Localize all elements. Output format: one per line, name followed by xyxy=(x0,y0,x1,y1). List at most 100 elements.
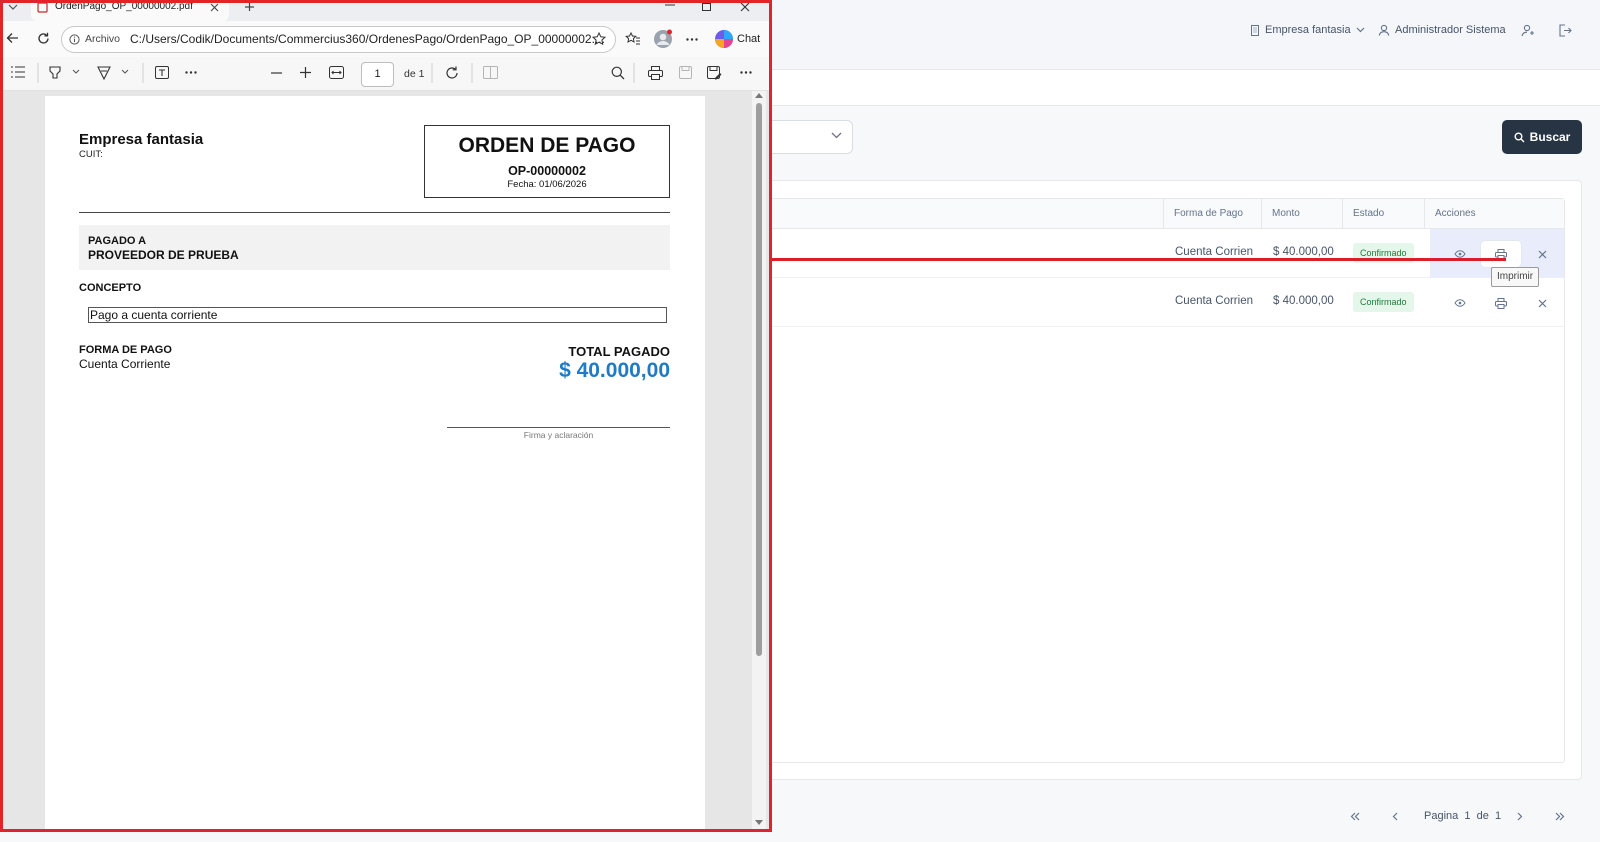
search-button[interactable]: Buscar xyxy=(1502,120,1582,154)
user-name: Administrador Sistema xyxy=(1395,24,1506,36)
save-as-icon[interactable] xyxy=(707,66,722,80)
doc-paid-to-value: PROVEEDOR DE PRUEBA xyxy=(88,248,239,262)
tab-pdf[interactable]: OrdenPago_OP_00000002.pdf xyxy=(31,3,229,21)
doc-date: Fecha: 01/06/2026 xyxy=(507,179,587,190)
highlight-icon[interactable] xyxy=(48,66,62,80)
table-row[interactable]: Cuenta Corrien $ 40.000,00 Confirmado xyxy=(701,278,1564,327)
profile-avatar[interactable] xyxy=(653,29,673,49)
save-icon[interactable] xyxy=(679,66,692,79)
browser-address-bar: Archivo C:/Users/Codik/Documents/Commerc… xyxy=(3,21,769,57)
page-count-label: de 1 xyxy=(404,68,425,80)
doc-number: OP-00000002 xyxy=(508,164,586,178)
more-tools-icon[interactable] xyxy=(185,71,197,74)
scroll-down-icon[interactable] xyxy=(755,820,763,825)
doc-paid-to-label: PAGADO A xyxy=(88,235,147,247)
next-page-icon[interactable] xyxy=(1517,812,1523,821)
pagination-total: 1 xyxy=(1495,810,1502,822)
fit-page-icon[interactable] xyxy=(329,66,344,79)
doc-title: ORDEN DE PAGO xyxy=(458,134,636,157)
user-menu[interactable]: Administrador Sistema xyxy=(1378,24,1506,36)
chat-label[interactable]: Chat xyxy=(737,33,760,45)
scroll-up-icon[interactable] xyxy=(755,93,763,98)
doc-total-label: TOTAL PAGADO xyxy=(568,344,670,359)
scrollbar-thumb[interactable] xyxy=(756,103,762,656)
toolbar-divider xyxy=(633,63,635,83)
tab-actions-chevron-icon[interactable] xyxy=(8,4,18,11)
zoom-in-icon[interactable] xyxy=(300,67,311,78)
info-icon[interactable] xyxy=(69,34,80,45)
tab-title: OrdenPago_OP_00000002.pdf xyxy=(55,1,193,12)
chevron-down-icon[interactable] xyxy=(121,69,129,74)
more-options-icon[interactable] xyxy=(740,71,752,74)
pdf-file-icon xyxy=(37,3,48,13)
column-header-estado[interactable]: Estado xyxy=(1342,199,1424,229)
url-text: C:/Users/Codik/Documents/Commercius360/O… xyxy=(130,32,605,46)
doc-paid-to-box: PAGADO A PROVEEDOR DE PRUEBA xyxy=(79,225,670,270)
results-table: Forma de Pago Monto Estado Acciones Cuen… xyxy=(700,198,1565,763)
toolbar-divider xyxy=(471,63,473,83)
favorite-star-icon[interactable] xyxy=(592,32,606,46)
view-button[interactable] xyxy=(1440,290,1480,316)
eye-icon xyxy=(1454,299,1466,307)
cancel-button[interactable] xyxy=(1522,241,1562,267)
table-row[interactable]: Cuenta Corrien $ 40.000,00 Confirmado xyxy=(701,229,1564,278)
text-box-icon[interactable] xyxy=(155,66,169,79)
more-options-icon[interactable] xyxy=(686,38,698,41)
cell-monto: $ 40.000,00 xyxy=(1273,295,1334,307)
chevron-down-icon[interactable] xyxy=(72,69,80,74)
doc-divider xyxy=(79,212,670,213)
pdf-document-area[interactable]: Empresa fantasia CUIT: ORDEN DE PAGO OP-… xyxy=(3,91,769,829)
first-page-icon[interactable] xyxy=(1350,812,1360,821)
status-badge: Confirmado xyxy=(1353,292,1414,312)
contents-list-icon[interactable] xyxy=(11,66,25,78)
minimize-icon[interactable] xyxy=(665,4,675,8)
doc-concept-value: Pago a cuenta corriente xyxy=(88,307,667,323)
doc-concept-label: CONCEPTO xyxy=(79,282,142,294)
zoom-out-icon[interactable] xyxy=(271,72,282,74)
close-tab-icon[interactable] xyxy=(210,3,219,12)
last-page-icon[interactable] xyxy=(1555,812,1565,821)
doc-payment-method-label: FORMA DE PAGO xyxy=(79,344,172,356)
column-header-acciones: Acciones xyxy=(1424,199,1564,229)
new-tab-icon[interactable] xyxy=(244,3,255,12)
switch-user-icon[interactable] xyxy=(1521,24,1535,37)
rotate-icon[interactable] xyxy=(445,66,459,80)
toolbar-divider xyxy=(431,63,433,83)
print-button[interactable] xyxy=(1481,290,1521,316)
cancel-button[interactable] xyxy=(1522,290,1562,316)
printer-icon xyxy=(1495,297,1507,309)
address-scheme-label: Archivo xyxy=(85,33,121,45)
draw-icon[interactable] xyxy=(97,66,111,80)
view-button[interactable] xyxy=(1440,241,1480,267)
column-header-monto[interactable]: Monto xyxy=(1261,199,1342,229)
copilot-icon[interactable] xyxy=(714,29,734,49)
user-icon xyxy=(1378,24,1390,36)
page-number-input[interactable]: 1 xyxy=(361,62,394,87)
building-icon xyxy=(1250,24,1260,36)
print-button[interactable] xyxy=(1481,241,1521,267)
close-window-icon[interactable] xyxy=(740,3,750,12)
pagination-of: de xyxy=(1476,810,1489,822)
pdf-scrollbar[interactable] xyxy=(752,91,766,829)
company-selector[interactable]: Empresa fantasia xyxy=(1250,24,1365,36)
column-header-forma-pago[interactable]: Forma de Pago xyxy=(1163,199,1261,229)
search-icon xyxy=(1514,132,1525,143)
logout-icon[interactable] xyxy=(1558,24,1572,37)
page-view-icon[interactable] xyxy=(483,66,498,79)
pdf-viewer-window: OrdenPago_OP_00000002.pdf Archivo C:/Use… xyxy=(0,0,772,832)
table-header: Forma de Pago Monto Estado Acciones xyxy=(701,199,1564,229)
pagination-label: Pagina xyxy=(1424,810,1459,822)
url-field[interactable]: Archivo C:/Users/Codik/Documents/Commerc… xyxy=(61,26,616,53)
toolbar-divider xyxy=(37,63,39,83)
doc-signature-label: Firma y aclaración xyxy=(523,430,594,440)
eye-icon xyxy=(1454,250,1466,258)
printer-icon[interactable] xyxy=(648,66,663,80)
favorites-icon[interactable] xyxy=(625,32,640,45)
back-icon[interactable] xyxy=(6,32,19,44)
search-icon[interactable] xyxy=(611,66,625,80)
refresh-icon[interactable] xyxy=(37,32,50,45)
previous-page-icon[interactable] xyxy=(1392,812,1398,821)
maximize-icon[interactable] xyxy=(702,3,711,12)
pagination-current: 1 xyxy=(1464,810,1471,822)
doc-cuit-label: CUIT: xyxy=(79,149,103,160)
